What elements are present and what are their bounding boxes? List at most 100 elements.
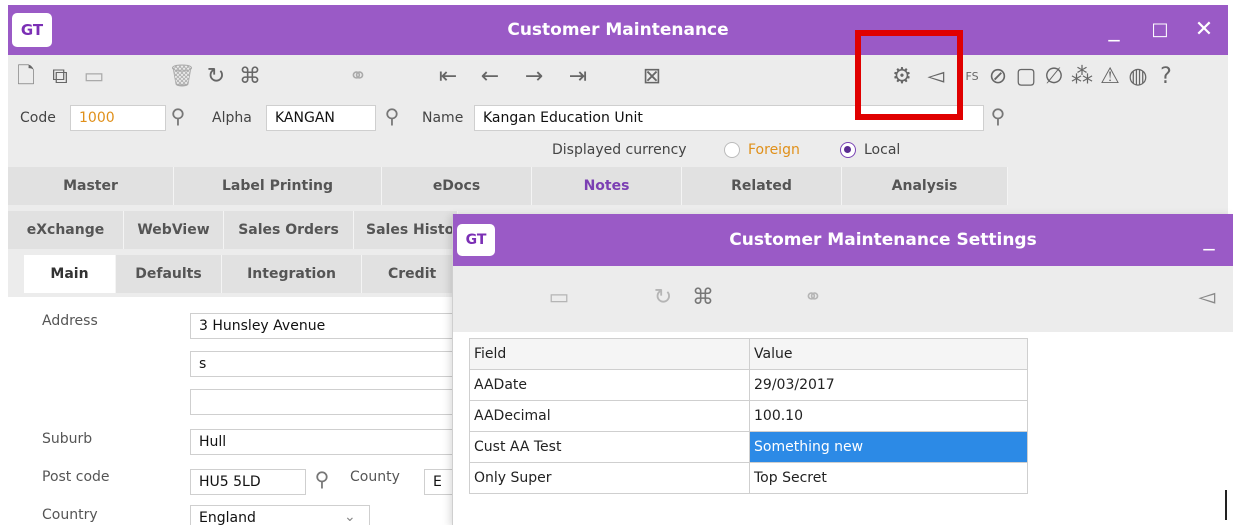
close-button[interactable]: ✕ [1188, 15, 1220, 45]
dialog-save-icon[interactable]: ▭ [545, 284, 573, 312]
local-label: Local [864, 142, 901, 158]
table-row[interactable]: Cust AA Test Something new [469, 431, 1028, 463]
dialog-megaphone-icon[interactable]: ◅ [1193, 284, 1221, 312]
tabs-row-2: eXchange WebView Sales Orders Sales Hist… [8, 211, 458, 249]
maximize-button[interactable]: □ [1144, 15, 1176, 45]
check-circle-icon[interactable]: ⊘ [984, 63, 1012, 91]
address-line-3-field[interactable] [190, 389, 480, 415]
table-row[interactable]: AADecimal 100.10 [469, 400, 1028, 432]
tab-label-printing[interactable]: Label Printing [174, 167, 382, 205]
paperclip-icon[interactable]: ∅ [1040, 63, 1068, 91]
suburb-label: Suburb [42, 431, 93, 447]
alpha-search-icon[interactable]: ⚲ [380, 104, 404, 128]
delete-icon[interactable]: 🗑 [168, 63, 196, 91]
code-label: Code [20, 110, 56, 126]
alert-icon[interactable]: ⚠ [1096, 63, 1124, 91]
dialog-title-bar[interactable]: GT Customer Maintenance Settings _ [453, 214, 1233, 266]
hierarchy-icon[interactable]: ⌘ [236, 63, 264, 91]
address-line-1-field[interactable]: 3 Hunsley Avenue [190, 313, 480, 339]
local-radio[interactable] [840, 142, 856, 158]
unlink-icon[interactable]: ⁂ [1068, 63, 1096, 91]
note-icon[interactable]: ▢ [1012, 63, 1040, 91]
grid-field-cell[interactable]: Only Super [469, 462, 750, 494]
tab-integration[interactable]: Integration [222, 255, 362, 293]
county-label: County [350, 469, 400, 485]
tab-defaults[interactable]: Defaults [116, 255, 222, 293]
tabs-row-1: Master Label Printing eDocs Notes Relate… [8, 167, 1008, 205]
tab-main[interactable]: Main [24, 255, 116, 293]
suburb-field[interactable]: Hull [190, 429, 480, 455]
save-icon[interactable]: ▭ [80, 63, 108, 91]
dialog-refresh-icon[interactable]: ↻ [649, 284, 677, 312]
new-document-icon[interactable]: 🗋 [12, 63, 40, 91]
grid-value-cell-selected[interactable]: Something new [749, 431, 1028, 463]
tab-exchange[interactable]: eXchange [8, 211, 124, 249]
code-search-icon[interactable]: ⚲ [166, 104, 190, 128]
tab-credit[interactable]: Credit [362, 255, 458, 293]
grid-field-cell[interactable]: AADecimal [469, 400, 750, 432]
help-icon[interactable]: ? [1152, 63, 1180, 91]
tab-related[interactable]: Related [682, 167, 842, 205]
code-field[interactable]: 1000 [70, 105, 166, 131]
window-title: Customer Maintenance [507, 20, 729, 40]
dialog-binoculars-icon[interactable]: ⚭ [799, 284, 827, 312]
settings-grid: Field Value AADate 29/03/2017 AADecimal … [469, 338, 1028, 494]
next-record-icon[interactable]: → [520, 63, 548, 91]
tab-analysis[interactable]: Analysis [842, 167, 1008, 205]
postcode-search-icon[interactable]: ⚲ [310, 467, 334, 491]
dialog-minimize-button[interactable]: _ [1193, 224, 1225, 254]
alpha-field[interactable]: KANGAN [266, 105, 376, 131]
globe-icon[interactable]: ◍ [1124, 63, 1152, 91]
chevron-down-icon[interactable]: ⌄ [344, 509, 356, 525]
table-row[interactable]: Only Super Top Secret [469, 462, 1028, 494]
main-toolbar: 🗋 ⧉ ▭ 🗑 ↻ ⌘ ⚭ ⇤ ← → ⇥ ⊠ ⚙ ◅ FS ⊘ ▢ ∅ ⁂ ⚠… [8, 55, 1228, 101]
gt-logo: GT [12, 13, 52, 47]
tab-sales-orders[interactable]: Sales Orders [224, 211, 354, 249]
title-bar[interactable]: GT Customer Maintenance _ □ ✕ [8, 5, 1228, 55]
minimize-button[interactable]: _ [1098, 15, 1130, 45]
dialog-toolbar: ▭ ↻ ⌘ ⚭ ◅ [453, 266, 1233, 332]
copy-document-icon[interactable]: ⧉ [46, 63, 74, 91]
tab-edocs[interactable]: eDocs [382, 167, 532, 205]
address-label: Address [42, 313, 98, 329]
grid-field-cell[interactable]: Cust AA Test [469, 431, 750, 463]
grid-field-cell[interactable]: AADate [469, 369, 750, 401]
tab-master[interactable]: Master [8, 167, 174, 205]
grid-value-cell[interactable]: 100.10 [749, 400, 1028, 432]
dialog-hierarchy-icon[interactable]: ⌘ [689, 284, 717, 312]
country-select[interactable]: England [190, 505, 370, 525]
name-search-icon[interactable]: ⚲ [986, 104, 1010, 128]
postcode-field[interactable]: HU5 5LD [190, 469, 306, 495]
foreign-label: Foreign [748, 142, 800, 158]
currency-row: Displayed currency Foreign Local [8, 137, 1228, 163]
grid-header-field[interactable]: Field [469, 338, 750, 370]
grid-value-cell[interactable]: Top Secret [749, 462, 1028, 494]
dialog-gt-logo: GT [457, 224, 495, 256]
alpha-label: Alpha [212, 110, 252, 126]
postcode-label: Post code [42, 469, 110, 485]
highlight-box [855, 30, 963, 120]
displayed-currency-label: Displayed currency [552, 142, 687, 158]
last-record-icon[interactable]: ⇥ [564, 63, 592, 91]
tab-notes[interactable]: Notes [532, 167, 682, 205]
refresh-icon[interactable]: ↻ [202, 63, 230, 91]
tab-sales-history[interactable]: Sales Histo [354, 211, 458, 249]
close-record-icon[interactable]: ⊠ [638, 63, 666, 91]
binoculars-icon[interactable]: ⚭ [344, 63, 372, 91]
code-row: Code 1000 ⚲ Alpha KANGAN ⚲ Name Kangan E… [8, 101, 1228, 135]
tab-webview[interactable]: WebView [124, 211, 224, 249]
first-record-icon[interactable]: ⇤ [434, 63, 462, 91]
dialog-title: Customer Maintenance Settings [729, 230, 1037, 250]
grid-value-cell[interactable]: 29/03/2017 [749, 369, 1028, 401]
name-label: Name [422, 110, 464, 126]
tabs-row-3: Main Defaults Integration Credit [8, 255, 458, 293]
settings-dialog: GT Customer Maintenance Settings _ ▭ ↻ ⌘… [452, 214, 1233, 525]
text-cursor [1225, 490, 1227, 520]
grid-header-value[interactable]: Value [749, 338, 1028, 370]
country-label: Country [42, 507, 98, 523]
table-row[interactable]: AADate 29/03/2017 [469, 369, 1028, 401]
address-line-2-field[interactable]: s [190, 351, 480, 377]
previous-record-icon[interactable]: ← [476, 63, 504, 91]
foreign-radio[interactable] [724, 142, 740, 158]
grid-header-row: Field Value [469, 338, 1028, 370]
